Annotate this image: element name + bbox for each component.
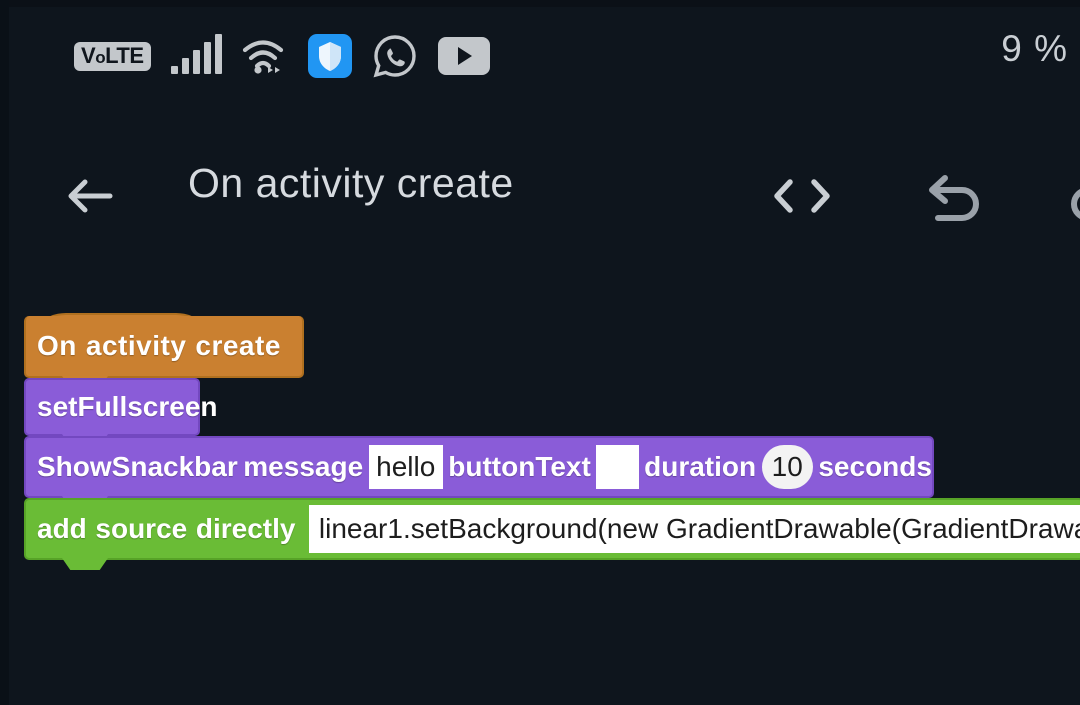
block-label-source: source bbox=[95, 513, 188, 544]
block-label-create: create bbox=[195, 330, 281, 361]
blockly-workspace[interactable]: On activity create setFullscreen ShowSnack… bbox=[0, 260, 1080, 705]
buttontext-input[interactable] bbox=[596, 445, 639, 489]
back-button[interactable] bbox=[58, 164, 122, 228]
arrow-left-icon bbox=[68, 179, 113, 213]
phone-screen: VoLTE 9 % On activity create On activity… bbox=[0, 0, 1080, 705]
block-set-fullscreen[interactable]: setFullscreen bbox=[24, 378, 218, 446]
duration-input[interactable]: 10 bbox=[761, 445, 813, 489]
block-add-source-directly[interactable]: add source directly linear1.setBackground(n… bbox=[24, 498, 1080, 570]
block-show-snackbar[interactable]: ShowSnackbar message hello buttonText durati… bbox=[24, 436, 934, 508]
volte-label-v: V bbox=[81, 42, 96, 68]
redo-arrow-icon bbox=[1071, 189, 1080, 219]
status-bar: VoLTE 9 % bbox=[0, 0, 1080, 110]
shield-security-icon bbox=[307, 34, 352, 78]
source-code-input[interactable]: linear1.setBackground(new GradientDrawab… bbox=[308, 505, 1080, 553]
block-label-directly: directly bbox=[195, 513, 296, 544]
code-brackets-icon bbox=[774, 179, 830, 213]
undo-button[interactable] bbox=[918, 166, 988, 228]
redo-button[interactable] bbox=[1062, 166, 1080, 228]
block-bottom-notch bbox=[62, 558, 108, 570]
message-input[interactable]: hello bbox=[368, 445, 443, 489]
wifi-icon bbox=[242, 36, 288, 76]
app-toolbar: On activity create bbox=[0, 150, 1080, 250]
arg-label-seconds: seconds bbox=[818, 451, 932, 482]
status-bar-icon-group: VoLTE bbox=[74, 32, 490, 80]
battery-percentage: 9 % bbox=[1001, 28, 1068, 69]
volte-label-lte: LTE bbox=[105, 42, 144, 68]
view-source-button[interactable] bbox=[765, 166, 839, 226]
whatsapp-icon bbox=[372, 33, 418, 79]
cellular-signal-icon bbox=[170, 34, 222, 74]
youtube-icon bbox=[437, 37, 490, 75]
arg-label-duration: duration bbox=[644, 451, 757, 482]
block-label-showsnackbar: ShowSnackbar bbox=[37, 451, 238, 482]
volte-label-o: o bbox=[95, 47, 106, 67]
block-label-on: On bbox=[37, 330, 77, 361]
block-label-add: add bbox=[37, 513, 87, 544]
arg-label-message: message bbox=[243, 451, 364, 482]
undo-arrow-icon bbox=[929, 175, 979, 221]
block-on-activity-create[interactable]: On activity create bbox=[24, 316, 304, 388]
volte-icon: VoLTE bbox=[74, 41, 151, 71]
arg-label-buttontext: buttonText bbox=[448, 451, 591, 482]
page-title: On activity create bbox=[188, 160, 514, 206]
block-label-activity: activity bbox=[85, 330, 187, 361]
block-label-setfullscreen: setFullscreen bbox=[37, 391, 218, 422]
